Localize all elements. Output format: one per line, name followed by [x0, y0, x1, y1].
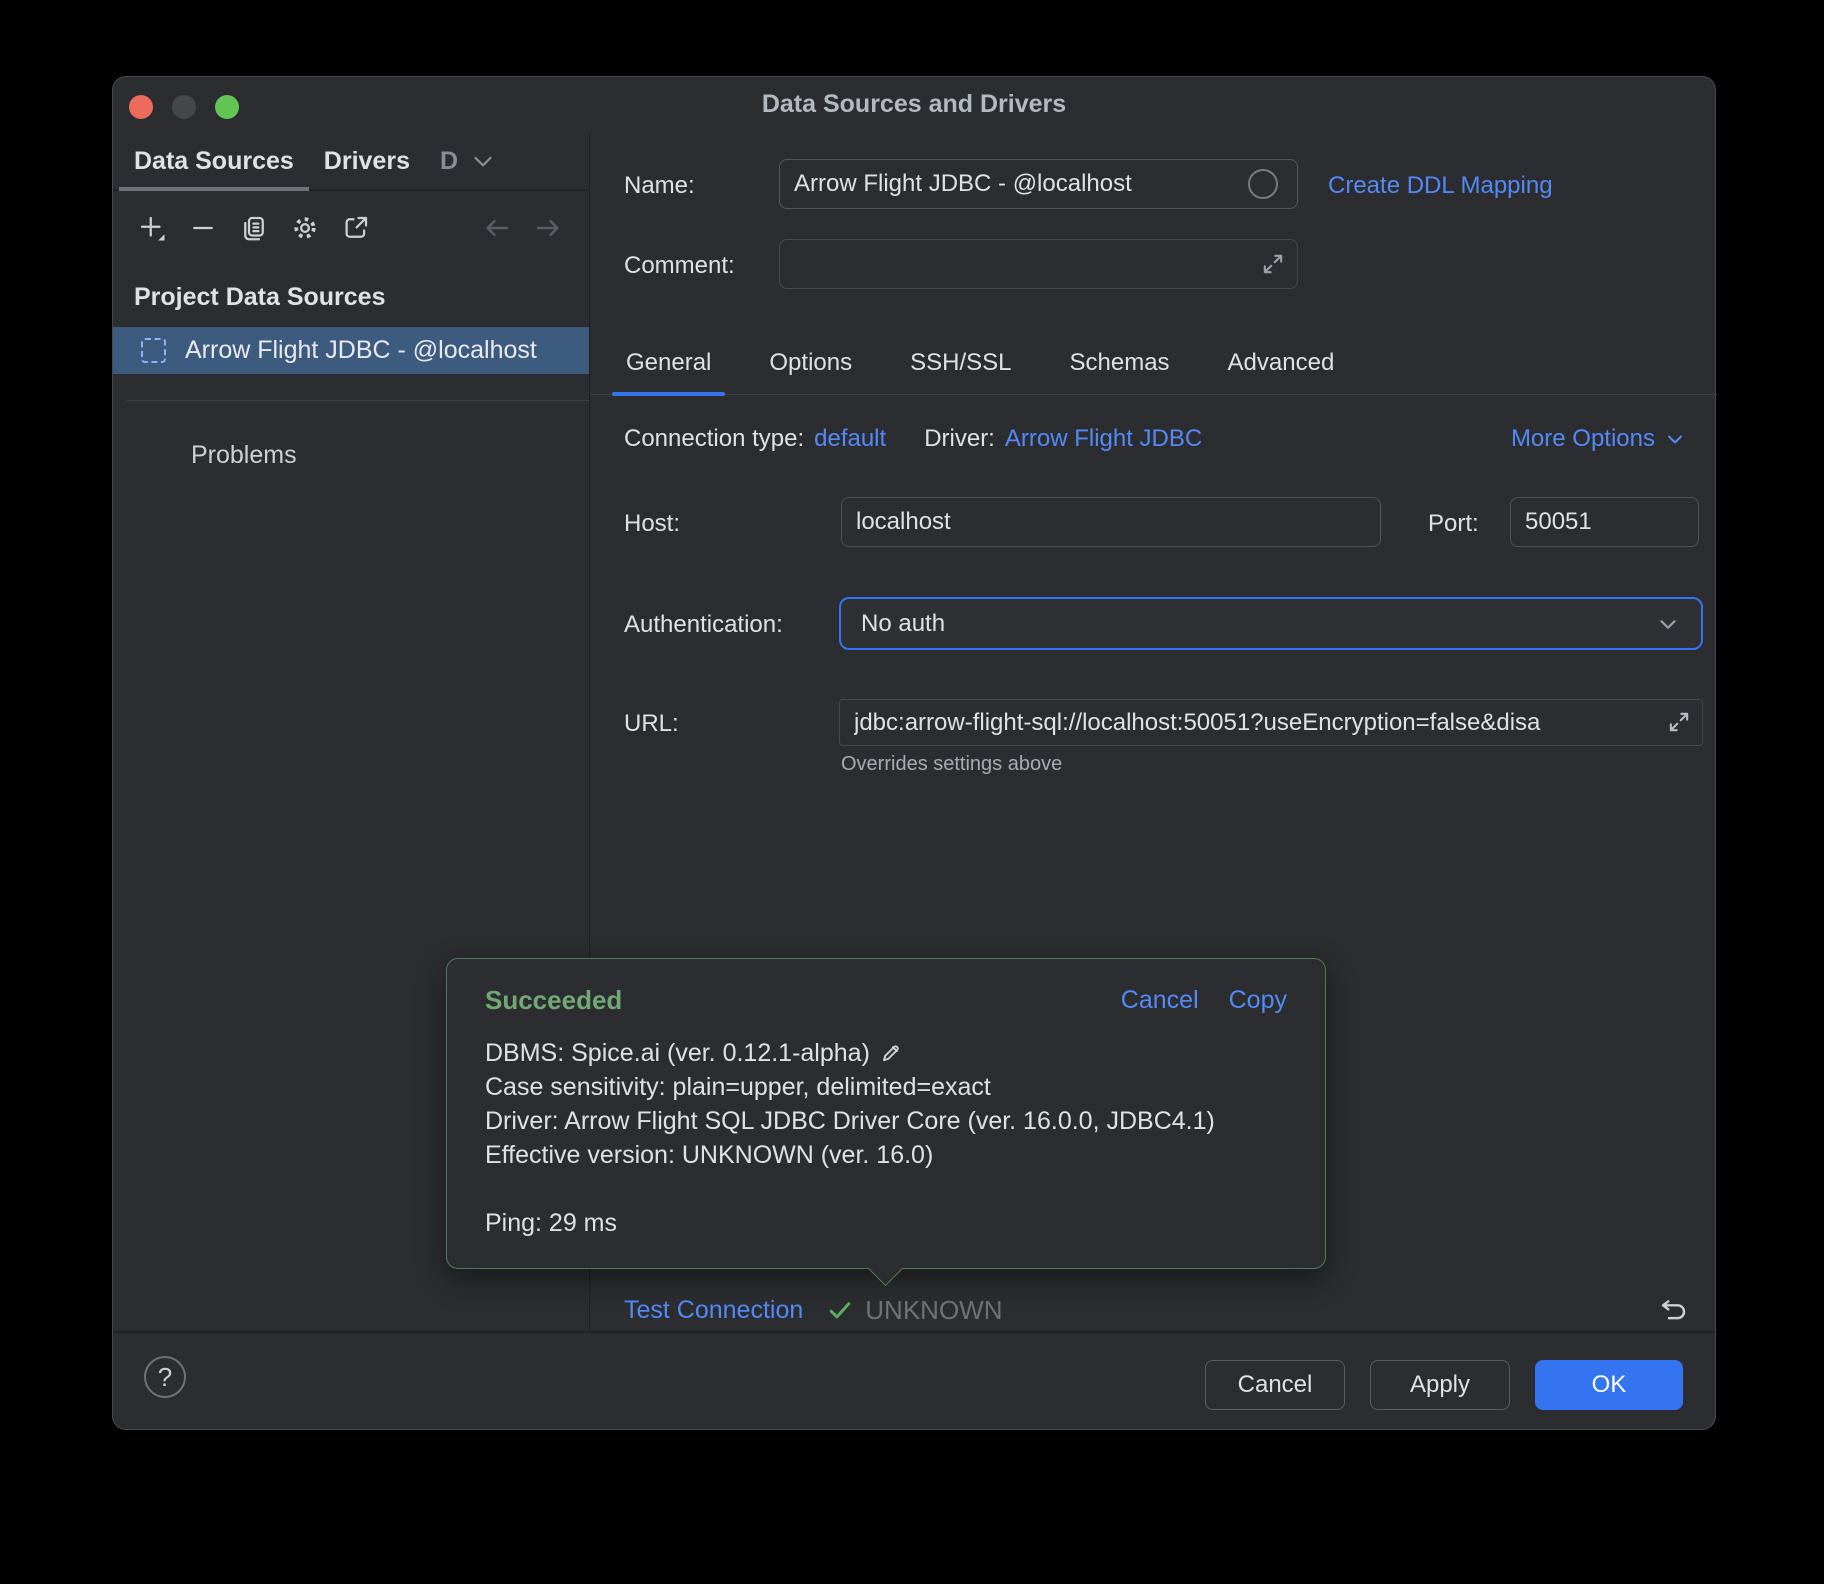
- desktop-background: Data Sources and Drivers Data Sources Dr…: [0, 0, 1824, 1584]
- tab-label: Advanced: [1228, 349, 1335, 377]
- tab-ssh-ssl[interactable]: SSH/SSL: [896, 331, 1025, 395]
- name-label: Name:: [624, 172, 695, 200]
- add-icon[interactable]: [137, 213, 167, 243]
- popup-tail: [868, 1251, 903, 1286]
- tab-options[interactable]: Options: [755, 331, 866, 395]
- tab-drivers[interactable]: Drivers: [309, 133, 425, 189]
- connection-type-value[interactable]: default: [814, 425, 886, 453]
- url-label: URL:: [624, 710, 679, 738]
- export-icon[interactable]: [341, 213, 371, 243]
- ping-info: Ping: 29 ms: [485, 1206, 617, 1240]
- more-options-link[interactable]: More Options: [1511, 425, 1687, 453]
- popup-cancel-link[interactable]: Cancel: [1121, 986, 1199, 1015]
- section-project-data-sources: Project Data Sources: [113, 259, 589, 327]
- create-ddl-mapping-link[interactable]: Create DDL Mapping: [1328, 172, 1553, 200]
- tab-schemas[interactable]: Schemas: [1056, 331, 1184, 395]
- comment-label: Comment:: [624, 252, 735, 280]
- datasource-icon: [141, 338, 166, 363]
- sidebar-tab-bar: Data Sources Drivers D: [113, 133, 589, 191]
- chevron-down-icon: [1655, 611, 1681, 637]
- authentication-label: Authentication:: [624, 611, 783, 639]
- tab-label: Options: [769, 349, 852, 377]
- tab-advanced[interactable]: Advanced: [1214, 331, 1349, 395]
- port-label: Port:: [1428, 510, 1479, 538]
- tab-label: Drivers: [324, 147, 410, 176]
- name-input[interactable]: [779, 159, 1298, 209]
- settings-tab-bar: General Options SSH/SSL Schemas Advanced: [590, 331, 1717, 395]
- back-arrow-icon[interactable]: [482, 213, 512, 243]
- tab-label: Data Sources: [134, 147, 294, 176]
- host-label: Host:: [624, 510, 680, 538]
- driver-value-link[interactable]: Arrow Flight JDBC: [1005, 425, 1202, 453]
- test-connection-popup: Succeeded Cancel Copy DBMS: Spice.ai (ve…: [446, 958, 1326, 1269]
- expand-icon[interactable]: [1665, 708, 1693, 736]
- connection-type-label: Connection type:: [624, 425, 804, 453]
- list-item-datasource[interactable]: Arrow Flight JDBC - @localhost: [113, 327, 589, 374]
- comment-input[interactable]: [779, 239, 1298, 289]
- duplicate-icon[interactable]: [239, 213, 269, 243]
- authentication-value: No auth: [861, 610, 945, 638]
- cancel-button[interactable]: Cancel: [1205, 1360, 1345, 1410]
- help-button[interactable]: ?: [144, 1356, 186, 1398]
- tab-label: Schemas: [1070, 349, 1170, 377]
- color-circle-icon[interactable]: [1248, 169, 1278, 199]
- datasource-label: Arrow Flight JDBC - @localhost: [185, 336, 537, 365]
- tab-label: D: [440, 147, 458, 176]
- apply-button[interactable]: Apply: [1370, 1360, 1510, 1410]
- title-bar: Data Sources and Drivers: [113, 77, 1715, 133]
- url-hint-text: Overrides settings above: [841, 753, 1062, 776]
- forward-arrow-icon[interactable]: [533, 213, 563, 243]
- connection-type-row: Connection type: default Driver: Arrow F…: [624, 422, 1687, 456]
- popup-copy-link[interactable]: Copy: [1229, 986, 1287, 1015]
- host-input[interactable]: [841, 497, 1381, 547]
- undo-icon[interactable]: [1657, 1294, 1689, 1326]
- tab-general[interactable]: General: [612, 331, 725, 395]
- connection-status-text: UNKNOWN: [865, 1295, 1002, 1326]
- gear-icon[interactable]: [290, 213, 320, 243]
- dialog-footer: ? Cancel Apply OK: [113, 1331, 1715, 1429]
- tab-label: SSH/SSL: [910, 349, 1011, 377]
- check-icon: [825, 1295, 855, 1325]
- url-input[interactable]: [839, 699, 1703, 746]
- tab-ddl-truncated[interactable]: D: [425, 133, 513, 189]
- data-sources-dialog: Data Sources and Drivers Data Sources Dr…: [112, 76, 1716, 1430]
- chevron-down-icon: [1663, 427, 1687, 451]
- tab-data-sources[interactable]: Data Sources: [119, 133, 309, 189]
- more-options-label: More Options: [1511, 425, 1655, 453]
- sidebar-toolbar: [113, 191, 589, 259]
- dbms-info: DBMS: Spice.ai (ver. 0.12.1-alpha): [485, 1036, 870, 1070]
- chevron-down-icon[interactable]: [468, 146, 498, 176]
- authentication-select[interactable]: No auth: [839, 597, 1703, 650]
- tab-label: General: [626, 349, 711, 377]
- pencil-icon[interactable]: [878, 1040, 904, 1066]
- status-badge: Succeeded: [485, 985, 622, 1016]
- remove-icon[interactable]: [188, 213, 218, 243]
- window-title: Data Sources and Drivers: [113, 90, 1715, 119]
- ok-button[interactable]: OK: [1535, 1360, 1683, 1410]
- driver-label: Driver:: [924, 425, 995, 453]
- case-sensitivity-info: Case sensitivity: plain=upper, delimited…: [485, 1070, 991, 1104]
- sidebar-item-problems[interactable]: Problems: [113, 401, 589, 470]
- test-connection-link[interactable]: Test Connection: [624, 1296, 803, 1325]
- driver-info: Driver: Arrow Flight SQL JDBC Driver Cor…: [485, 1104, 1215, 1138]
- port-input[interactable]: [1510, 497, 1699, 547]
- expand-icon[interactable]: [1259, 250, 1287, 278]
- effective-version-info: Effective version: UNKNOWN (ver. 16.0): [485, 1138, 933, 1172]
- test-connection-row: Test Connection UNKNOWN: [624, 1287, 1689, 1333]
